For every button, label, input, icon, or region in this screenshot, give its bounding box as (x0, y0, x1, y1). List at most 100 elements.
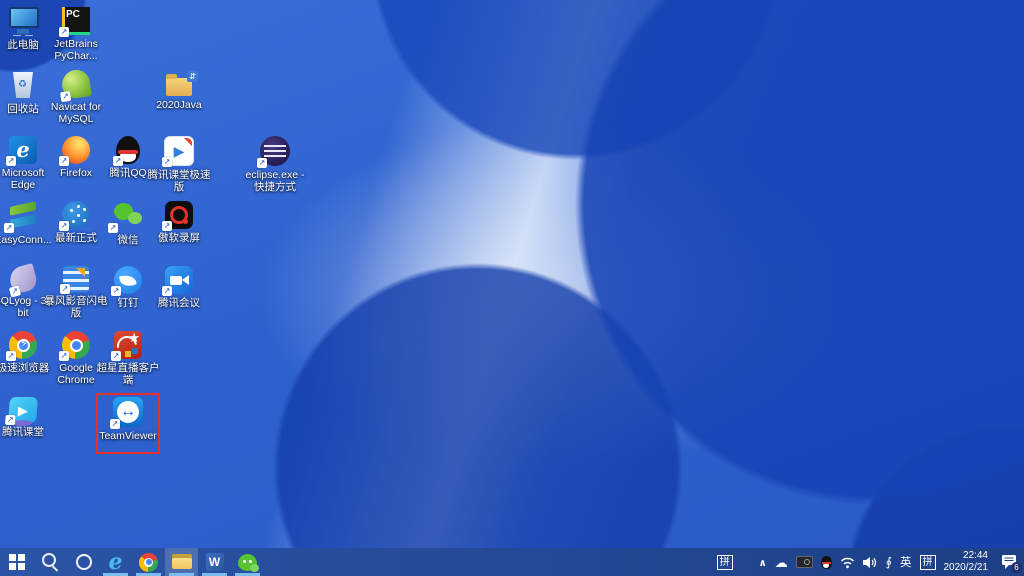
shortcut-arrow-icon: ↗ (162, 286, 172, 296)
clock-date: 2020/2/21 (944, 562, 989, 575)
tketang-glyph: ▶ (18, 404, 29, 417)
icon-label: 2020Java (146, 99, 212, 111)
shortcut-arrow-icon: ↗ (4, 223, 14, 233)
chrome-icon (139, 553, 158, 572)
speed-browser-icon: ⚡↗ (9, 331, 37, 359)
icon-label: Navicat forMySQL (43, 101, 109, 126)
language-indicator[interactable]: 英 (900, 554, 912, 570)
desktop-icon-teamviewer[interactable]: ↔↗TeamViewer (95, 397, 161, 442)
notification-center-button[interactable]: 6 (1000, 554, 1018, 570)
chaoxing-live-client-icon: ★↗ (114, 331, 142, 359)
shortcut-arrow-icon: ↗ (111, 286, 121, 296)
zuixin-zhengshi-icon: ↗ (62, 201, 90, 229)
shortcut-arrow-icon: ↗ (59, 156, 69, 166)
desktop-icon-eclipse-shortcut[interactable]: ↗eclipse.exe -快捷方式 (242, 136, 308, 194)
taskbar-wechat-button[interactable] (231, 548, 264, 576)
shortcut-arrow-icon: ↗ (257, 158, 267, 168)
qq-tray-icon[interactable] (821, 556, 832, 569)
apowerrec-icon: ↗ (165, 201, 193, 229)
taskbar-cortana-button[interactable] (66, 548, 99, 576)
desktop-icon-jetbrains-pycharm[interactable]: PC ↗JetBrainsPyChar... (43, 6, 109, 63)
taskbar-start-button[interactable] (0, 548, 33, 576)
shortcut-arrow-icon: ↗ (111, 351, 121, 361)
desktop-icon-navicat-for-mysql[interactable]: ↗Navicat forMySQL (43, 70, 109, 126)
google-chrome-icon: ↗ (62, 331, 90, 359)
wechat-icon: ↗ (111, 201, 145, 231)
shortcut-arrow-icon: ↗ (59, 221, 69, 231)
icon-label: eclipse.exe -快捷方式 (242, 169, 308, 194)
volume-icon[interactable] (863, 556, 878, 569)
shortcut-arrow-icon: ↗ (59, 351, 69, 361)
icon-label: JetBrainsPyChar... (43, 38, 109, 63)
search-icon (38, 550, 62, 574)
icon-label: 腾讯课堂 (0, 426, 56, 438)
tb-word-glyph: W (209, 556, 220, 568)
taskbar-word-button[interactable]: W (198, 548, 231, 576)
word-icon: W (206, 553, 224, 571)
shortcut-arrow-icon: ↗ (59, 27, 69, 37)
start-icon (5, 550, 29, 574)
baofeng-player-icon: ↗ (63, 266, 89, 292)
screen-recorder-camera-tray-icon[interactable] (796, 556, 813, 568)
desktop-icon-2020java-folder[interactable]: 2020Java (146, 70, 212, 111)
taskbar: e W 拼 英 拼 22:44 2020/2/21 (0, 548, 1024, 576)
file-explorer-icon (170, 550, 194, 574)
recycle-bin-icon (6, 70, 40, 100)
icon-label: 腾讯课堂极速版 (146, 169, 212, 194)
taskbar-edge-button[interactable]: e (99, 548, 132, 576)
shortcut-arrow-icon: ↗ (162, 221, 172, 231)
shortcut-arrow-icon: ↗ (6, 156, 16, 166)
this-pc-icon (6, 6, 40, 36)
icon-label: 腾讯会议 (146, 297, 212, 309)
taskbar-file-explorer-button[interactable] (165, 548, 198, 576)
clock-time: 22:44 (944, 550, 989, 563)
shortcut-arrow-icon: ↗ (113, 156, 123, 166)
desktop-icon-chaoxing-live-client[interactable]: ★↗超星直播客户端 (95, 331, 161, 387)
desktop-icon-apowerrec[interactable]: ↗傲软录屏 (146, 201, 212, 244)
teamviewer-glyph: ↔ (120, 404, 136, 420)
clock[interactable]: 22:44 2020/2/21 (944, 550, 989, 575)
navicat-for-mysql-icon: ↗ (60, 68, 92, 100)
desktop-icon-tencent-ketang[interactable]: ▶↗腾讯课堂 (0, 397, 56, 438)
2020java-folder-icon (166, 78, 192, 96)
speedbrowser-glyph: ⚡ (20, 339, 28, 350)
tb-edge-glyph: e (109, 551, 123, 573)
system-tray: 拼 英 拼 22:44 2020/2/21 (717, 548, 1024, 576)
icon-label: 傲软录屏 (146, 232, 212, 244)
shortcut-arrow-icon: ↗ (108, 223, 118, 233)
notification-count-badge: 6 (1011, 562, 1022, 573)
hook-tray-icon[interactable] (886, 556, 892, 568)
tencent-ketang-icon: ▶↗ (8, 397, 38, 423)
chaoxing-glyph: ★ (128, 331, 140, 344)
tray-overflow-chevron-icon[interactable] (759, 556, 767, 569)
shortcut-arrow-icon: ↗ (162, 157, 172, 167)
edge-icon: e (104, 550, 128, 574)
wechat-icon (238, 554, 257, 571)
taskbar-search-button[interactable] (33, 548, 66, 576)
tencent-meeting-icon: ↗ (165, 266, 193, 294)
ime-mode-indicator[interactable]: 拼 (920, 555, 936, 570)
wifi-icon[interactable] (840, 556, 855, 569)
taskbar-chrome-button[interactable] (132, 548, 165, 576)
shortcut-arrow-icon: ↗ (60, 284, 70, 294)
edge-glyph: e (16, 139, 29, 160)
desktop-icon-tencent-ketang-speed[interactable]: ▶↗ 腾讯课堂极速版 (146, 136, 212, 194)
tencent-ketang-speed-icon: ▶↗ (164, 136, 194, 166)
desktop-icon-tencent-meeting[interactable]: ↗腾讯会议 (146, 266, 212, 309)
ime-pinyin-floating-button[interactable]: 拼 (717, 555, 733, 570)
easyconnect-icon: ↗ (7, 201, 39, 231)
cortana-icon (71, 550, 95, 574)
shortcut-arrow-icon: ↗ (60, 91, 71, 102)
sqlyog-32bit-icon: ↗ (7, 263, 39, 295)
ketangspeed-glyph: ▶ (174, 144, 185, 158)
shortcut-arrow-icon: ↗ (6, 351, 16, 361)
icon-label: 超星直播客户端 (95, 362, 161, 387)
shortcut-arrow-icon: ↗ (5, 415, 16, 425)
tencent-qq-icon: ↗ (116, 136, 140, 164)
dingtalk-icon: ↗ (114, 266, 142, 294)
cloud-tray-icon[interactable] (775, 556, 788, 569)
shortcut-arrow-icon: ↗ (110, 419, 120, 429)
desktop-wallpaper: 此电脑PC↗JetBrainsPyChar...回收站↗Navicat forM… (0, 0, 1024, 548)
pycharm-glyph: PC (66, 10, 80, 20)
jetbrains-pycharm-icon: PC ↗ (62, 7, 90, 35)
